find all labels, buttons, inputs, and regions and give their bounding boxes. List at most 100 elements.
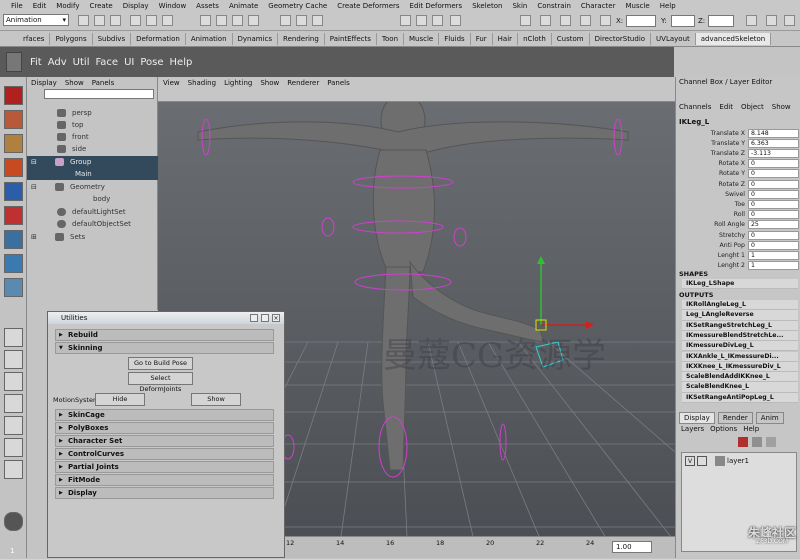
output-node[interactable]: IKSetRangeStretchLeg_L	[682, 320, 798, 331]
shelf-tab-uvlayout[interactable]: UVLayout	[651, 32, 696, 45]
current-frame-field[interactable]: 1.00	[612, 541, 652, 553]
channel-value[interactable]: 0	[748, 169, 799, 179]
layer-color-swatch[interactable]	[715, 456, 725, 466]
layer-tab-render[interactable]: Render	[717, 412, 753, 424]
channel-menu-edit[interactable]: Edit	[719, 103, 733, 111]
new-layer-icon[interactable]	[738, 437, 748, 447]
frame-partial-joints[interactable]: Partial Joints	[55, 461, 274, 473]
select-component-icon[interactable]	[162, 15, 173, 26]
shelf-button-help[interactable]: Help	[170, 57, 193, 68]
snap-curve-icon[interactable]	[216, 15, 227, 26]
shelf-button-ui[interactable]: UI	[124, 57, 134, 68]
frame-skincage[interactable]: SkinCage	[55, 409, 274, 421]
shelf-tab-directorstudio[interactable]: DirectorStudio	[590, 32, 652, 45]
shelf-button-face[interactable]: Face	[95, 57, 118, 68]
maximize-icon[interactable]	[261, 314, 269, 322]
manipulator-icon[interactable]	[4, 230, 23, 249]
menu-skeleton[interactable]: Skeleton	[467, 2, 507, 10]
channel-row[interactable]: Lenght 11	[676, 250, 800, 260]
menu-edit-deformers[interactable]: Edit Deformers	[405, 2, 468, 10]
channel-value[interactable]: 0	[748, 210, 799, 220]
select-hierarchy-icon[interactable]	[130, 15, 141, 26]
x-field[interactable]	[626, 15, 656, 27]
channel-row[interactable]: Anti Pop 0	[676, 240, 800, 250]
shelf-tab-fluids[interactable]: Fluids	[439, 32, 471, 45]
channel-value[interactable]: 0	[748, 159, 799, 169]
paint-select-icon[interactable]	[4, 134, 23, 153]
minimize-icon[interactable]	[250, 314, 258, 322]
viewport-menu-view[interactable]: View	[163, 79, 180, 87]
channel-value[interactable]: 0	[748, 189, 799, 199]
shelf-menu-icon[interactable]	[6, 52, 22, 72]
menu-modify[interactable]: Modify	[51, 2, 84, 10]
menu-create[interactable]: Create	[84, 2, 117, 10]
layer-type-toggle[interactable]	[697, 456, 707, 466]
shelf-button-fit[interactable]: Fit	[30, 57, 42, 68]
last-tool-icon[interactable]	[4, 278, 23, 297]
layer-tab-anim[interactable]: Anim	[755, 412, 784, 424]
tool-settings-icon[interactable]	[560, 15, 571, 26]
snap-point-icon[interactable]	[232, 15, 243, 26]
shelf-tab-animation[interactable]: Animation	[186, 32, 233, 45]
output-node[interactable]: IKXAnkle_L_IKmessureDi...	[682, 351, 798, 362]
new-layer-selected-icon[interactable]	[752, 437, 762, 447]
channel-row[interactable]: Stretchy 0	[676, 230, 800, 240]
magnet-icon[interactable]	[450, 15, 461, 26]
hide-button[interactable]: Hide	[95, 393, 145, 406]
object-name[interactable]: IKLeg_L	[679, 118, 709, 126]
channel-value[interactable]: 0	[748, 240, 799, 250]
viewport-menu-panels[interactable]: Panels	[327, 79, 350, 87]
menu-edit[interactable]: Edit	[28, 2, 52, 10]
shelf-tab-toon[interactable]: Toon	[377, 32, 405, 45]
menu-display[interactable]: Display	[118, 2, 154, 10]
single-pane-layout-icon[interactable]	[4, 328, 23, 347]
script-editor-icon[interactable]	[4, 512, 23, 531]
input-field-mode-icon[interactable]	[600, 15, 611, 26]
render-settings-icon[interactable]	[432, 15, 443, 26]
shelf-tab-fur[interactable]: Fur	[471, 32, 493, 45]
layer-visibility-toggle[interactable]: V	[685, 456, 695, 466]
menu-create-deformers[interactable]: Create Deformers	[332, 2, 404, 10]
viewport-menu-renderer[interactable]: Renderer	[287, 79, 319, 87]
history-icon[interactable]	[280, 15, 291, 26]
close-icon[interactable]: ×	[272, 314, 280, 322]
channel-menu-channels[interactable]: Channels	[679, 103, 711, 111]
channel-value[interactable]: 0	[748, 179, 799, 189]
soft-mod-icon[interactable]	[4, 254, 23, 273]
menu-help[interactable]: Help	[655, 2, 681, 10]
shelf-button-util[interactable]: Util	[73, 57, 90, 68]
outliner-filter-input[interactable]	[44, 89, 154, 99]
expand-icon[interactable]: ⊞	[31, 233, 55, 241]
channel-value[interactable]: 6.363	[748, 138, 799, 148]
channel-value[interactable]: 1	[748, 261, 799, 271]
channel-row[interactable]: Translate X 8.148	[676, 128, 800, 138]
shelf-tab-muscle[interactable]: Muscle	[404, 32, 440, 45]
shelf-tab-subdivs[interactable]: Subdivs	[93, 32, 132, 45]
layer-menu-help[interactable]: Help	[743, 425, 759, 433]
attribute-editor-icon[interactable]	[746, 15, 757, 26]
channel-value[interactable]: 25	[748, 220, 799, 230]
show-button[interactable]: Show	[191, 393, 241, 406]
layer-options-icon[interactable]	[766, 437, 776, 447]
shelf-tab-dynamics[interactable]: Dynamics	[233, 32, 279, 45]
outliner-item-persp[interactable]: persp	[27, 107, 158, 119]
hypershade-icon[interactable]	[520, 15, 531, 26]
script-layout-icon[interactable]	[4, 460, 23, 479]
camera-icon[interactable]	[540, 15, 551, 26]
shelf-tab-deformation[interactable]: Deformation	[131, 32, 186, 45]
ipr-render-icon[interactable]	[416, 15, 427, 26]
channel-row[interactable]: Rotate X0	[676, 159, 800, 169]
menu-set-selector[interactable]: Animation ▾	[3, 14, 69, 26]
shelf-tab-rendering[interactable]: Rendering	[278, 32, 325, 45]
outliner-item-body[interactable]: body	[27, 193, 158, 205]
snap-grid-icon[interactable]	[200, 15, 211, 26]
outliner-menu-show[interactable]: Show	[65, 79, 84, 87]
menu-file[interactable]: File	[6, 2, 28, 10]
tool-panel-icon[interactable]	[784, 15, 795, 26]
outliner-item-geometry[interactable]: ⊟ Geometry	[27, 181, 158, 193]
transform-mode-icon[interactable]	[580, 15, 591, 26]
layer-tab-display[interactable]: Display	[679, 412, 715, 424]
render-layout-icon[interactable]	[4, 438, 23, 457]
output-node[interactable]: ScaleBlendKnee_L	[682, 382, 798, 393]
channel-value[interactable]: 1	[748, 250, 799, 260]
